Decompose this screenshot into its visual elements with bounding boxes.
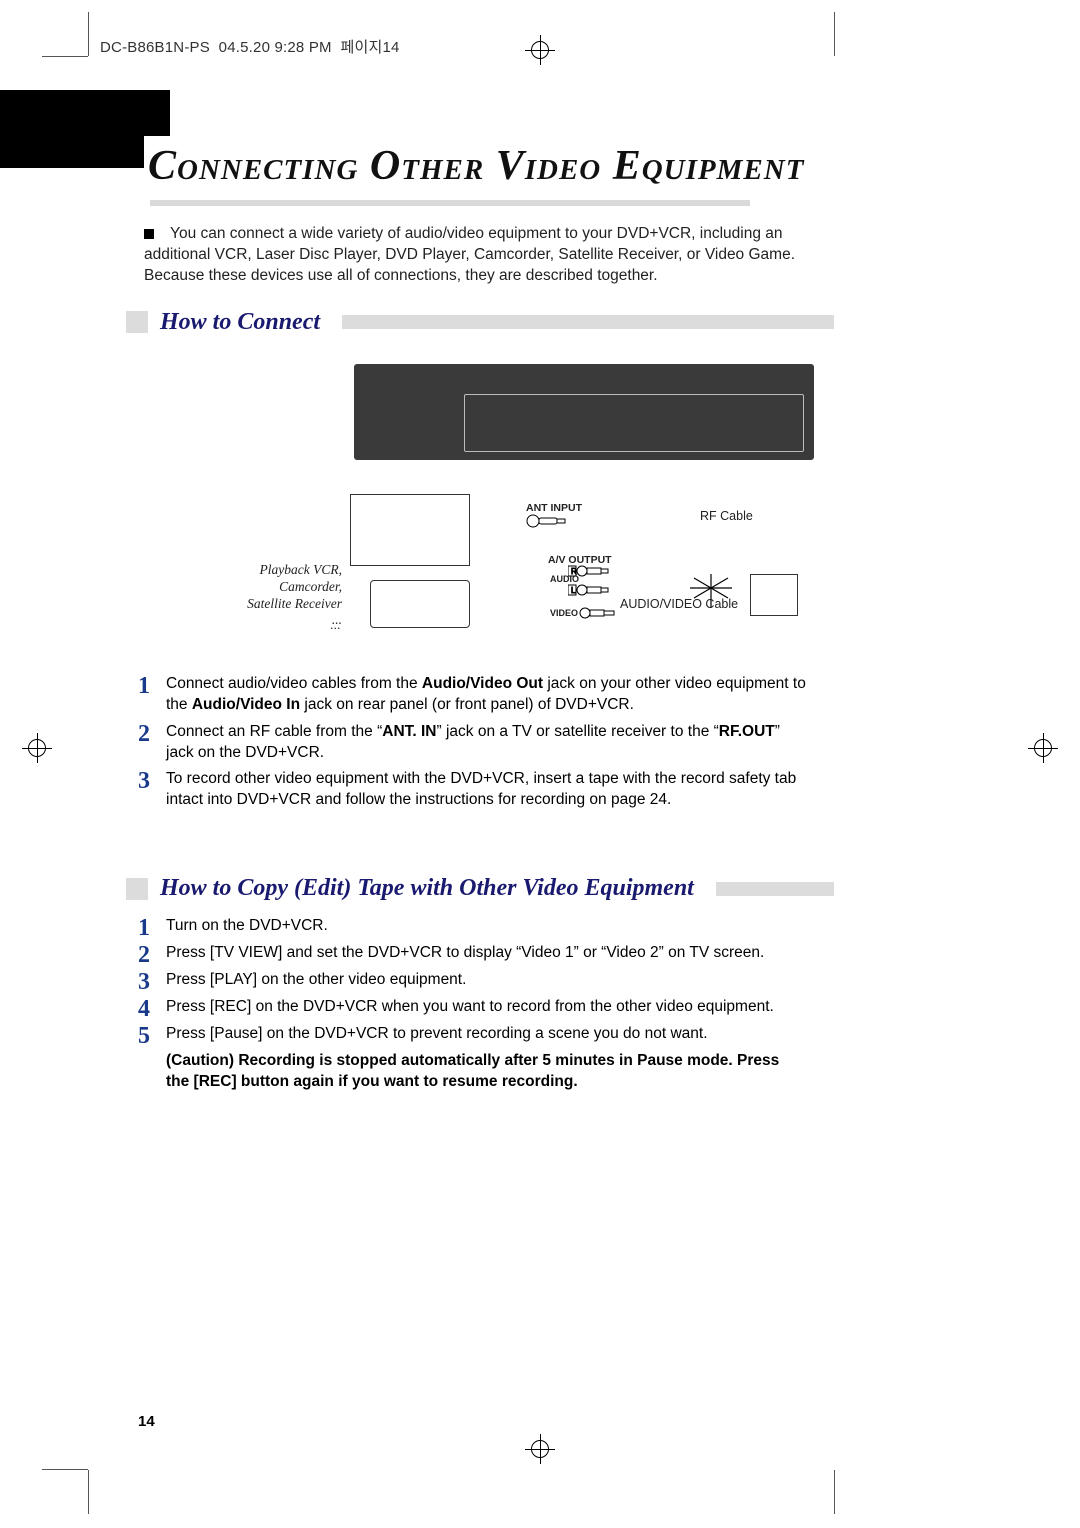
registration-mark-icon <box>1028 733 1058 763</box>
intro-text: You can connect a wide variety of audio/… <box>144 225 795 284</box>
rca-connector-r-icon: R <box>568 564 610 578</box>
step-item: 4 Press [REC] on the DVD+VCR when you wa… <box>138 997 806 1018</box>
label-ant-input: ANT INPUT <box>526 502 582 514</box>
registration-mark-icon <box>525 1434 555 1464</box>
step-number: 2 <box>138 718 150 750</box>
page-number: 14 <box>138 1413 155 1430</box>
step-item: 5 Press [Pause] on the DVD+VCR to preven… <box>138 1024 806 1045</box>
crop-line <box>834 12 835 56</box>
step-text-frag: Connect an RF cable from the “ <box>166 723 382 740</box>
step-text: Press [PLAY] on the other video equipmen… <box>166 971 466 988</box>
page-title: Connecting Other Video Equipment <box>144 136 808 200</box>
rca-connector-l-icon: L <box>568 583 610 597</box>
step-number: 3 <box>138 765 150 797</box>
step-bold: Audio/Video Out <box>422 675 543 692</box>
label-ellipsis: ... <box>330 618 340 632</box>
step-text: Connect audio/video cables from the Audi… <box>166 675 806 713</box>
svg-text:R: R <box>571 567 577 576</box>
crop-line <box>42 56 88 57</box>
page-title-wrap: Connecting Other Video Equipment <box>144 136 834 200</box>
connect-steps: 1 Connect audio/video cables from the Au… <box>138 674 806 812</box>
registration-mark-icon <box>525 35 555 65</box>
step-item: 1 Turn on the DVD+VCR. <box>138 916 806 937</box>
print-header: DC-B86B1N-PS 04.5.20 9:28 PM 페이지14 <box>100 36 400 57</box>
label-video: VIDEO <box>550 608 578 618</box>
copy-steps: 1 Turn on the DVD+VCR. 2 Press [TV VIEW]… <box>138 916 806 1045</box>
step-item: 2 Connect an RF cable from the “ANT. IN”… <box>138 722 806 764</box>
page-content: Connecting Other Video Equipment You can… <box>90 90 834 1438</box>
coax-connector-icon <box>526 514 568 528</box>
step-text-frag: Connect audio/video cables from the <box>166 675 422 692</box>
caution-note: (Caution) Recording is stopped automatic… <box>166 1051 798 1093</box>
caution-label: (Caution) <box>166 1052 234 1069</box>
section-title-text: How to Connect <box>160 309 330 336</box>
section-rule <box>342 315 834 329</box>
crop-line <box>88 12 89 56</box>
section-title-text: How to Copy (Edit) Tape with Other Video… <box>160 875 704 902</box>
step-bold: Audio/Video In <box>192 696 300 713</box>
camcorder-icon <box>370 580 470 628</box>
crop-line <box>88 1470 89 1514</box>
registration-mark-icon <box>22 733 52 763</box>
dvd-vcr-rear-panel-icon <box>354 364 814 460</box>
label-rf-cable: RF Cable <box>700 509 753 523</box>
section-box-icon <box>126 311 148 333</box>
caution-text: Recording is stopped automatically after… <box>166 1052 779 1090</box>
section-box-icon <box>126 878 148 900</box>
step-bold: ANT. IN <box>382 723 436 740</box>
step-text: Connect an RF cable from the “ANT. IN” j… <box>166 723 780 761</box>
step-number: 5 <box>138 1020 150 1052</box>
square-bullet-icon <box>144 229 154 239</box>
connection-diagram: ANT INPUT RF Cable A/V OUTPUT AUDIO VIDE… <box>154 354 798 666</box>
section-heading-connect: How to Connect <box>126 309 834 336</box>
step-text: Press [TV VIEW] and set the DVD+VCR to d… <box>166 944 764 961</box>
step-text: Press [Pause] on the DVD+VCR to prevent … <box>166 1025 708 1042</box>
step-text: To record other video equipment with the… <box>166 770 796 808</box>
crop-line <box>42 1469 88 1470</box>
tv-icon <box>750 574 798 616</box>
label-av-cable: AUDIO/VIDEO Cable <box>620 597 738 611</box>
step-text-frag: jack on rear panel (or front panel) of D… <box>300 696 634 713</box>
section-rule <box>716 882 834 896</box>
crop-line <box>834 1470 835 1514</box>
step-item: 3 Press [PLAY] on the other video equipm… <box>138 970 806 991</box>
step-number: 1 <box>138 670 150 702</box>
step-item: 2 Press [TV VIEW] and set the DVD+VCR to… <box>138 943 806 964</box>
step-text: Press [REC] on the DVD+VCR when you want… <box>166 998 774 1015</box>
label-source-devices: Playback VCR, Camcorder, Satellite Recei… <box>238 562 342 630</box>
rca-connector-video-icon <box>578 606 620 620</box>
intro-paragraph: You can connect a wide variety of audio/… <box>144 224 834 287</box>
step-item: 1 Connect audio/video cables from the Au… <box>138 674 806 716</box>
step-text-frag: ” jack on a TV or satellite receiver to … <box>437 723 719 740</box>
step-text: Turn on the DVD+VCR. <box>166 917 328 934</box>
step-item: 3 To record other video equipment with t… <box>138 769 806 811</box>
svg-text:L: L <box>571 586 576 595</box>
section-heading-copy: How to Copy (Edit) Tape with Other Video… <box>126 875 834 902</box>
step-bold: RF.OUT <box>719 723 775 740</box>
playback-vcr-icon <box>350 494 470 566</box>
